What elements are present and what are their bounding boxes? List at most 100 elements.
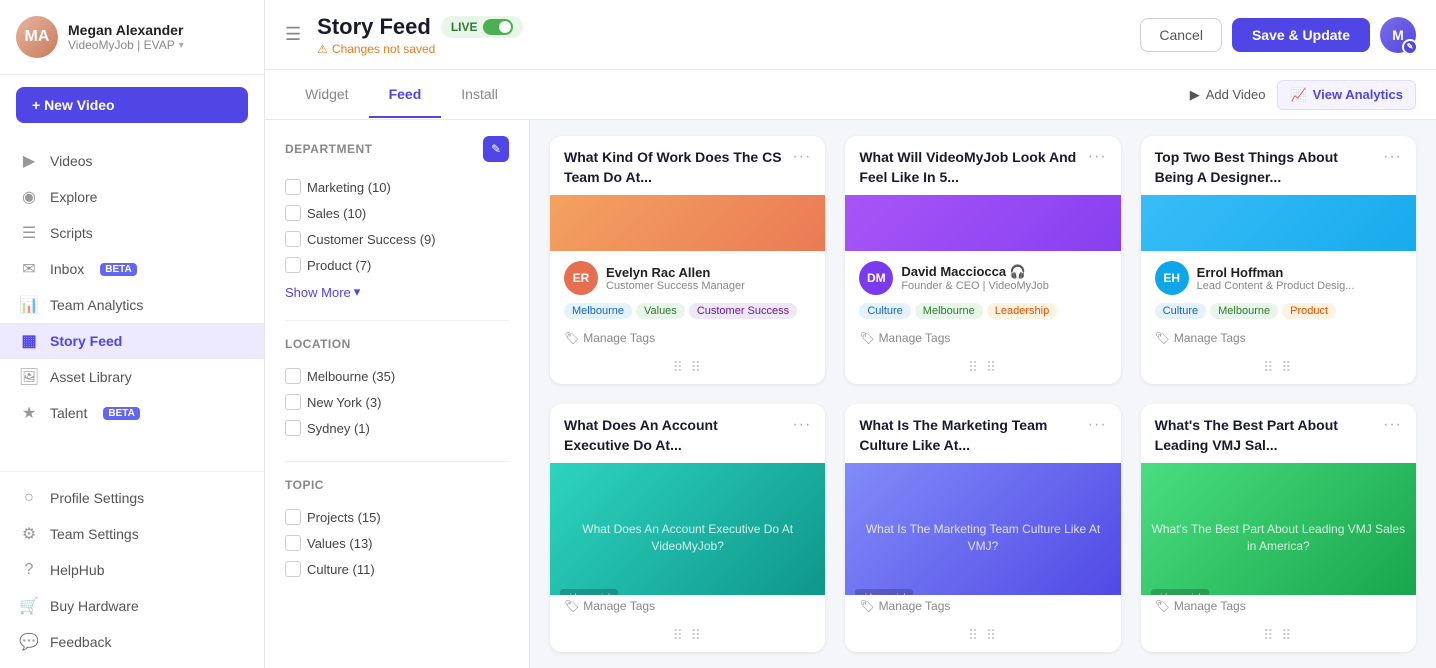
department-filter-header: Department ✎ (285, 136, 509, 162)
menu-icon[interactable]: ☰ (285, 24, 301, 45)
video-thumb-6[interactable]: What's The Best Part About Leading VMJ S… (1141, 463, 1416, 595)
checkbox-values[interactable] (285, 535, 301, 551)
filter-item-product[interactable]: Product (7) (285, 252, 509, 278)
checkbox-sydney[interactable] (285, 420, 301, 436)
department-filter: Department ✎ Marketing (10) Sales (10) (285, 136, 509, 300)
tag-customersuccess-1[interactable]: Customer Success (689, 303, 797, 319)
more-options-icon-5[interactable]: ··· (1088, 416, 1107, 434)
add-video-button[interactable]: ▶ Add Video (1178, 81, 1278, 109)
tag-melbourne-2[interactable]: Melbourne (915, 303, 983, 319)
drag-handle-2[interactable]: ⠿ ⠿ (845, 355, 1120, 384)
checkbox-projects[interactable] (285, 509, 301, 525)
drag-handle-6[interactable]: ⠿ ⠿ (1141, 623, 1416, 652)
sidebar-item-helphub[interactable]: ? HelpHub (0, 552, 264, 588)
sidebar-item-inbox[interactable]: ✉ Inbox BETA (0, 251, 264, 287)
checkbox-marketing[interactable] (285, 179, 301, 195)
card-title-6: What's The Best Part About Leading VMJ S… (1155, 416, 1383, 455)
filter-item-newyork[interactable]: New York (3) (285, 389, 509, 415)
filter-item-sydney[interactable]: Sydney (1) (285, 415, 509, 441)
tab-feed[interactable]: Feed (369, 72, 442, 118)
more-options-icon-4[interactable]: ··· (792, 416, 811, 434)
more-options-icon-3[interactable]: ··· (1383, 148, 1402, 166)
filter-panel: Department ✎ Marketing (10) Sales (10) (265, 120, 530, 668)
filter-item-melbourne[interactable]: Melbourne (35) (285, 363, 509, 389)
sidebar-footer: ○ Profile Settings ⚙ Team Settings ? Hel… (0, 471, 264, 668)
video-thumb-5[interactable]: What Is The Marketing Team Culture Like … (845, 463, 1120, 595)
card-header-2: What Will VideoMyJob Look And Feel Like … (845, 136, 1120, 195)
user-org[interactable]: VideoMyJob | EVAP ▾ (68, 38, 184, 52)
analytics-icon: 📊 (20, 296, 38, 314)
tag-icon-2: 🏷 (859, 331, 874, 345)
filter-item-projects[interactable]: Projects (15) (285, 504, 509, 530)
filter-item-values[interactable]: Values (13) (285, 530, 509, 556)
tag-values-1[interactable]: Values (636, 303, 685, 319)
checkbox-customer-success[interactable] (285, 231, 301, 247)
checkbox-sales[interactable] (285, 205, 301, 221)
save-update-button[interactable]: Save & Update (1232, 18, 1370, 52)
tab-install[interactable]: Install (441, 72, 518, 118)
tag-melbourne-1[interactable]: Melbourne (564, 303, 632, 319)
view-analytics-button[interactable]: 📈 View Analytics (1277, 80, 1416, 110)
drag-handle-4[interactable]: ⠿ ⠿ (550, 623, 825, 652)
manage-tags-4[interactable]: 🏷 Manage Tags (550, 595, 825, 623)
location-filter-header: Location (285, 337, 509, 351)
tab-widget[interactable]: Widget (285, 72, 369, 118)
cancel-button[interactable]: Cancel (1140, 18, 1222, 52)
filter-item-culture[interactable]: Culture (11) (285, 556, 509, 582)
filter-item-sales[interactable]: Sales (10) (285, 200, 509, 226)
not-saved-indicator: ⚠ Changes not saved (317, 42, 1128, 56)
sidebar-item-label: Inbox (50, 261, 84, 277)
sidebar-item-label: Team Settings (50, 526, 139, 542)
sidebar-item-label: HelpHub (50, 562, 104, 578)
checkbox-product[interactable] (285, 257, 301, 273)
manage-tags-5[interactable]: 🏷 Manage Tags (845, 595, 1120, 623)
edit-department-button[interactable]: ✎ (483, 136, 509, 162)
sidebar-item-team[interactable]: ⚙ Team Settings (0, 516, 264, 552)
checkbox-culture[interactable] (285, 561, 301, 577)
sidebar-item-videos[interactable]: ▶ Videos (0, 143, 264, 179)
new-video-button[interactable]: + New Video (16, 87, 248, 123)
tag-culture-2[interactable]: Culture (859, 303, 910, 319)
thumb-placeholder-5: What Is The Marketing Team Culture Like … (845, 463, 1120, 595)
tag-culture-3[interactable]: Culture (1155, 303, 1206, 319)
video-thumb-1[interactable]: What Kind Of Work Does The CS Team Do At… (550, 195, 825, 251)
card-header-3: Top Two Best Things About Being A Design… (1141, 136, 1416, 195)
tag-leadership-2[interactable]: Leadership (987, 303, 1057, 319)
drag-handle-5[interactable]: ⠿ ⠿ (845, 623, 1120, 652)
checkbox-newyork[interactable] (285, 394, 301, 410)
video-thumb-2[interactable]: What Will VideoMyJob Look And Feel Like … (845, 195, 1120, 251)
person-info-1: Evelyn Rac Allen Customer Success Manage… (606, 265, 811, 292)
tag-product-3[interactable]: Product (1282, 303, 1336, 319)
sidebar-item-explore[interactable]: ◉ Explore (0, 179, 264, 215)
user-avatar-small[interactable]: M ✎ (1380, 17, 1416, 53)
filter-item-marketing[interactable]: Marketing (10) (285, 174, 509, 200)
live-toggle[interactable] (483, 19, 513, 35)
more-options-icon-2[interactable]: ··· (1088, 148, 1107, 166)
sidebar-item-label: Explore (50, 189, 97, 205)
sidebar-item-scripts[interactable]: ☰ Scripts (0, 215, 264, 251)
sidebar-item-analytics[interactable]: 📊 Team Analytics (0, 287, 264, 323)
more-options-icon-6[interactable]: ··· (1383, 416, 1402, 434)
edit-dot-icon: ✎ (1402, 39, 1418, 55)
sidebar-item-hardware[interactable]: 🛒 Buy Hardware (0, 588, 264, 624)
person-name-1: Evelyn Rac Allen (606, 265, 811, 280)
manage-tags-1[interactable]: 🏷 Manage Tags (550, 327, 825, 355)
video-thumb-4[interactable]: What Does An Account Executive Do At Vid… (550, 463, 825, 595)
drag-handle-1[interactable]: ⠿ ⠿ (550, 355, 825, 384)
manage-tags-6[interactable]: 🏷 Manage Tags (1141, 595, 1416, 623)
manage-tags-3[interactable]: 🏷 Manage Tags (1141, 327, 1416, 355)
manage-tags-2[interactable]: 🏷 Manage Tags (845, 327, 1120, 355)
tag-melbourne-3[interactable]: Melbourne (1210, 303, 1278, 319)
sidebar-item-storyfeed[interactable]: ▦ Story Feed (0, 323, 264, 359)
show-more-department[interactable]: Show More ▾ (285, 284, 509, 300)
more-options-icon-1[interactable]: ··· (792, 148, 811, 166)
sidebar-item-profile[interactable]: ○ Profile Settings (0, 480, 264, 516)
sidebar-item-feedback[interactable]: 💬 Feedback (0, 624, 264, 660)
filter-item-customer-success[interactable]: Customer Success (9) (285, 226, 509, 252)
sidebar-item-assetlibrary[interactable]: 🖼 Asset Library (0, 359, 264, 395)
sidebar-item-talent[interactable]: ★ Talent BETA (0, 395, 264, 431)
checkbox-melbourne[interactable] (285, 368, 301, 384)
drag-handle-3[interactable]: ⠿ ⠿ (1141, 355, 1416, 384)
location-title: Location (285, 337, 351, 351)
video-thumb-3[interactable]: Top Two Best Things About Being A Design… (1141, 195, 1416, 251)
